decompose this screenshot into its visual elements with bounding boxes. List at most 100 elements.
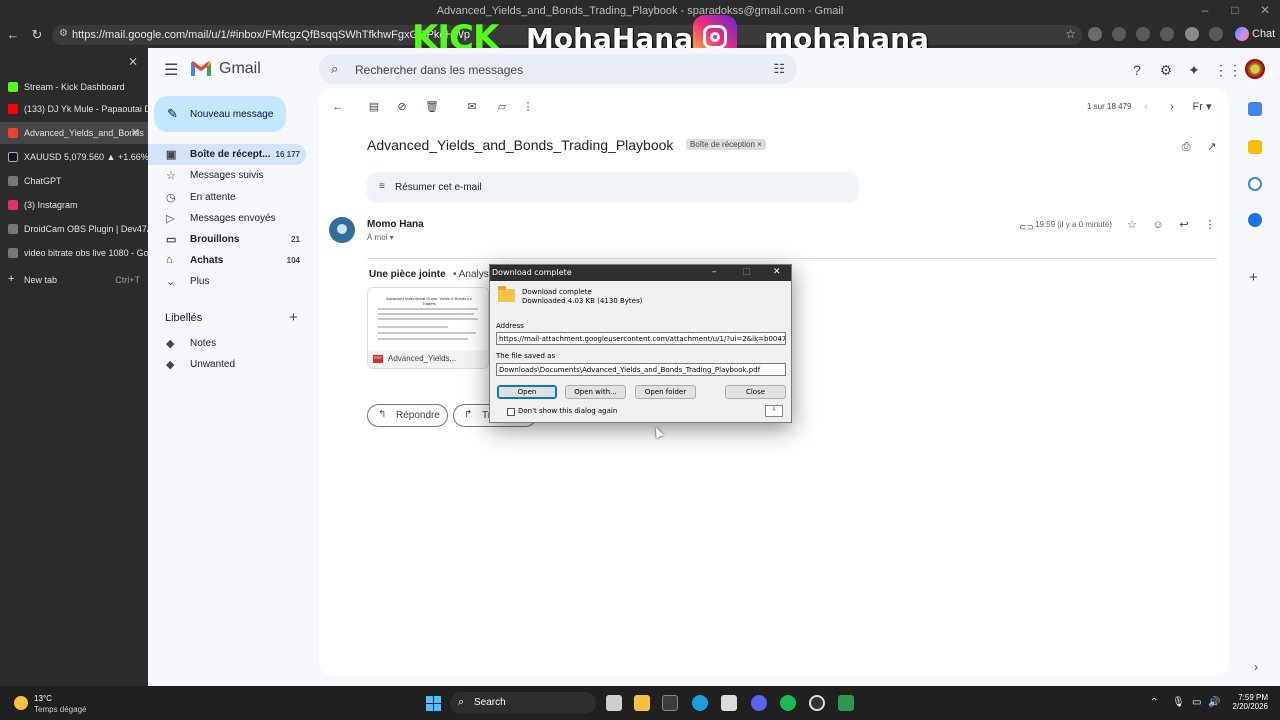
search-input[interactable]: Rechercher dans les messages xyxy=(355,63,523,77)
account-avatar[interactable] xyxy=(1243,57,1267,81)
attachment-card[interactable]: Advanced Institutional Guide: Yields & B… xyxy=(367,287,489,369)
recipient-details[interactable]: À moi ▾ xyxy=(367,233,394,242)
weather-temp[interactable]: 13°C xyxy=(34,694,52,703)
chat-button[interactable]: Chat xyxy=(1232,25,1279,45)
open-folder-button[interactable]: Open folder xyxy=(635,385,696,399)
add-label-icon[interactable]: + xyxy=(289,309,298,326)
open-new-window-icon[interactable]: ↗ xyxy=(1205,140,1219,154)
nav-sent[interactable]: ▷ Messages envoyés xyxy=(148,208,306,229)
minimize-button[interactable]: – xyxy=(1190,3,1220,17)
network-icon[interactable]: ▭ xyxy=(1192,697,1201,708)
new-tab-button[interactable]: + New tab Ctrl+T xyxy=(0,269,148,291)
volume-icon[interactable]: 🔊 xyxy=(1208,697,1220,708)
mark-unread-icon[interactable]: ✉ xyxy=(465,100,479,114)
search-bar[interactable]: ⌕ Rechercher dans les messages ☷ xyxy=(319,54,797,84)
reply-icon[interactable]: ↩ xyxy=(1177,218,1191,232)
search-options-icon[interactable]: ☷ xyxy=(773,61,785,77)
site-info-icon[interactable]: ⚙ xyxy=(59,28,68,39)
search-icon[interactable]: ⌕ xyxy=(331,61,338,77)
label-notes[interactable]: ◆ Notes xyxy=(148,333,306,354)
discord-icon[interactable] xyxy=(751,695,767,711)
start-button[interactable] xyxy=(426,696,442,712)
weather-moon-icon[interactable] xyxy=(14,696,28,710)
browser-tab-active[interactable]: Advanced_Yields_and_Bonds ✕ xyxy=(0,122,148,144)
extension-icon[interactable] xyxy=(1112,27,1126,41)
spotify-icon[interactable] xyxy=(780,695,796,711)
move-to-icon[interactable]: ▱ xyxy=(495,100,509,114)
bookmark-star-icon[interactable]: ☆ xyxy=(1065,27,1076,41)
task-view-icon[interactable] xyxy=(606,695,622,711)
nav-drafts[interactable]: ▭ Brouillons 21 xyxy=(148,229,306,250)
apps-grid-icon[interactable]: ⋮⋮ xyxy=(1214,62,1242,78)
file-explorer-icon[interactable] xyxy=(634,695,650,711)
keep-icon[interactable] xyxy=(1248,140,1262,154)
input-tools-icon[interactable]: Fr ▾ xyxy=(1191,100,1213,114)
taskbar-search[interactable]: ⌕ Search xyxy=(450,692,596,714)
browser-tab[interactable]: video bitrate obs live 1080 - Go xyxy=(0,242,148,264)
archive-icon[interactable]: ▤ xyxy=(367,100,381,114)
calendar-icon[interactable] xyxy=(1248,102,1262,116)
reply-button[interactable]: ↰ Répondre xyxy=(367,404,448,427)
browser-tab[interactable]: Stream - Kick Dashboard xyxy=(0,76,148,98)
back-icon[interactable]: ← xyxy=(4,26,22,44)
dialog-minimize-icon[interactable]: – xyxy=(712,267,717,277)
inbox-label-chip[interactable]: Boîte de réception × xyxy=(686,139,766,150)
browser-tab[interactable]: (3) Instagram xyxy=(0,194,148,216)
close-tab-icon[interactable]: ✕ xyxy=(131,126,140,139)
compose-button[interactable]: ✎ Nouveau message xyxy=(154,96,286,132)
tasks-icon[interactable] xyxy=(1248,177,1262,191)
weather-desc[interactable]: Temps dégagé xyxy=(34,705,86,714)
extension-icon[interactable] xyxy=(1160,27,1174,41)
nav-purchases[interactable]: ⌂ Achats 104 xyxy=(148,250,306,271)
profile-icon[interactable] xyxy=(1185,27,1199,41)
back-arrow-icon[interactable]: ← xyxy=(331,100,345,114)
extension-icon[interactable] xyxy=(1136,27,1150,41)
star-icon[interactable]: ☆ xyxy=(1125,218,1139,232)
taskbar-clock[interactable]: 7:59 PM 2/20/2026 xyxy=(1224,693,1268,711)
edge-icon[interactable] xyxy=(692,695,708,711)
newer-icon[interactable]: ‹ xyxy=(1139,100,1153,114)
saved-path-field[interactable]: Downloads\Documents\Advanced_Yields_and_… xyxy=(496,363,786,376)
extension-icon[interactable] xyxy=(1088,27,1102,41)
open-with-button[interactable]: Open with... xyxy=(565,385,626,399)
print-icon[interactable]: ⎙ xyxy=(1179,140,1193,154)
tray-overflow-icon[interactable]: ⌃ xyxy=(1150,697,1158,708)
maximize-button[interactable]: □ xyxy=(1220,3,1250,17)
nav-starred[interactable]: ☆ Messages suivis xyxy=(148,165,306,186)
open-button[interactable]: Open xyxy=(497,385,557,399)
show-side-panel-icon[interactable]: › xyxy=(1254,660,1258,674)
browser-tab[interactable]: DroidCam OBS Plugin | Dev47A xyxy=(0,218,148,240)
microphone-icon[interactable]: 🎙 xyxy=(1172,697,1185,708)
add-addon-icon[interactable]: + xyxy=(1249,269,1258,286)
summarize-button[interactable]: ≡ Résumer cet e-mail xyxy=(367,172,859,203)
delete-icon[interactable]: 🗑 xyxy=(425,100,439,114)
settings-gear-icon[interactable]: ⚙ xyxy=(1158,62,1174,78)
address-field[interactable]: https://mail-attachment.googleuserconten… xyxy=(496,332,786,345)
contacts-icon[interactable] xyxy=(1248,213,1262,227)
store-icon[interactable] xyxy=(721,695,737,711)
gemini-sparkle-icon[interactable]: ✦ xyxy=(1186,62,1202,78)
dont-show-checkbox[interactable] xyxy=(507,408,515,416)
help-icon[interactable]: ? xyxy=(1129,62,1145,78)
nav-inbox[interactable]: ▣ Boîte de récept... 16 177 xyxy=(148,144,306,165)
more-vert-icon[interactable]: ⋮ xyxy=(521,100,535,114)
sender-avatar[interactable] xyxy=(329,217,355,243)
main-menu-icon[interactable]: ☰ xyxy=(164,60,182,80)
nav-snoozed[interactable]: ◷ En attente xyxy=(148,187,306,208)
close-button[interactable]: Close xyxy=(725,385,786,399)
collapse-tabs-icon[interactable]: ⨯ xyxy=(128,54,138,68)
idm-taskbar-icon[interactable] xyxy=(838,695,854,711)
older-icon[interactable]: › xyxy=(1165,100,1179,114)
more-vert-icon[interactable]: ⋮ xyxy=(1203,218,1217,232)
terminal-icon[interactable] xyxy=(662,695,678,711)
report-spam-icon[interactable]: ⊘ xyxy=(395,100,409,114)
close-window-button[interactable]: ✕ xyxy=(1250,3,1280,17)
dialog-close-icon[interactable]: ✕ xyxy=(773,267,781,277)
obs-icon[interactable] xyxy=(809,695,825,711)
browser-tab[interactable]: XAUUSD 5,079.560 ▲ +1.66% A xyxy=(0,146,148,168)
emoji-reaction-icon[interactable]: ☺ xyxy=(1151,218,1165,232)
label-unwanted[interactable]: ◆ Unwanted xyxy=(148,354,306,375)
reload-icon[interactable]: ↻ xyxy=(28,26,46,44)
nav-more[interactable]: ⌄ Plus xyxy=(148,271,306,292)
browser-tab[interactable]: (133) DJ Yk Mule - Papaoutai De xyxy=(0,98,148,120)
